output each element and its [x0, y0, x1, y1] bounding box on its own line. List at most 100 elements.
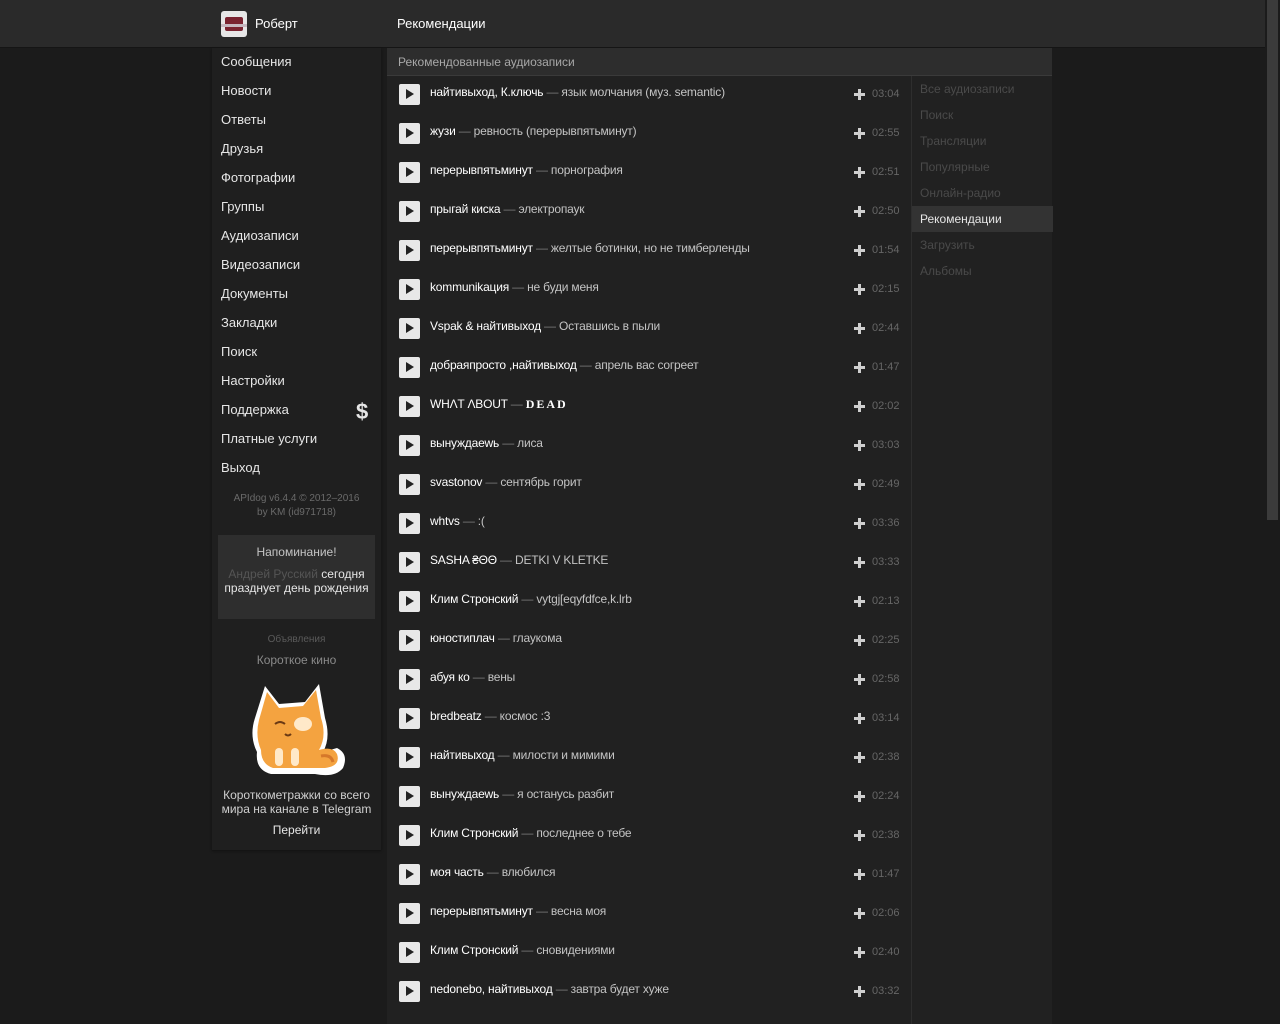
track-row[interactable]: whtvs — :(03:36	[387, 505, 911, 544]
menu-item-broadcasts[interactable]: Трансляции	[912, 128, 1053, 154]
menu-item-all-audio[interactable]: Все аудиозаписи	[912, 76, 1053, 102]
play-icon[interactable]	[399, 279, 420, 300]
track-artist[interactable]: Клим Стронский	[430, 943, 518, 957]
track-row[interactable]: nedonebo, найтивыход — завтра будет хуже…	[387, 973, 911, 1012]
track-row[interactable]: Клим Стронский — последнее о тебе 02:38	[387, 817, 911, 856]
track-artist[interactable]: kommunikация	[430, 280, 509, 294]
play-icon[interactable]	[399, 84, 420, 105]
track-row[interactable]: Vspak & найтивыход — Оставшись в пыли 02:…	[387, 310, 911, 349]
sidebar-item-search[interactable]: Поиск	[221, 342, 257, 362]
scrollbar-thumb[interactable]	[1267, 0, 1278, 520]
play-icon[interactable]	[399, 357, 420, 378]
play-icon[interactable]	[399, 396, 420, 417]
add-icon[interactable]	[854, 713, 865, 724]
track-row[interactable]: вынуждаеwь — лиса 03:03	[387, 427, 911, 466]
play-icon[interactable]	[399, 825, 420, 846]
avatar[interactable]	[221, 11, 247, 37]
play-icon[interactable]	[399, 708, 420, 729]
add-icon[interactable]	[854, 518, 865, 529]
play-icon[interactable]	[399, 630, 420, 651]
add-icon[interactable]	[854, 752, 865, 763]
track-artist[interactable]: добраяпросто ,найтивыход	[430, 358, 577, 372]
add-icon[interactable]	[854, 830, 865, 841]
add-icon[interactable]	[854, 206, 865, 217]
ad-title[interactable]: Короткое кино	[212, 653, 381, 667]
track-artist[interactable]: жузи	[430, 124, 456, 138]
sidebar-item-bookmarks[interactable]: Закладки	[221, 313, 277, 333]
menu-item-search[interactable]: Поиск	[912, 102, 1053, 128]
page-scrollbar[interactable]	[1265, 0, 1280, 1024]
track-artist[interactable]: найтивыход, К.ключь	[430, 85, 544, 99]
track-artist[interactable]: Клим Стронский	[430, 826, 518, 840]
menu-item-albums[interactable]: Альбомы	[912, 258, 1053, 284]
cat-sticker-image[interactable]	[245, 678, 349, 778]
sidebar-item-documents[interactable]: Документы	[221, 284, 288, 304]
add-icon[interactable]	[854, 245, 865, 256]
track-artist[interactable]: nedonebo, найтивыход	[430, 982, 553, 996]
add-icon[interactable]	[854, 89, 865, 100]
play-icon[interactable]	[399, 786, 420, 807]
play-icon[interactable]	[399, 162, 420, 183]
add-icon[interactable]	[854, 986, 865, 997]
track-artist[interactable]: bredbeatz	[430, 709, 482, 723]
track-artist[interactable]: абуя ко	[430, 670, 470, 684]
track-row[interactable]: Клим Стронский — vytgj[eqyfdfce,k.lrb 02:…	[387, 583, 911, 622]
track-row[interactable]: прыгай киска — электропаук 02:50	[387, 193, 911, 232]
track-artist[interactable]: вынуждаеwь	[430, 436, 499, 450]
play-icon[interactable]	[399, 240, 420, 261]
user-name[interactable]: Роберт	[255, 16, 298, 31]
sidebar-item-groups[interactable]: Группы	[221, 197, 264, 217]
menu-item-upload[interactable]: Загрузить	[912, 232, 1053, 258]
track-row[interactable]: перерывпятьминут — весна моя 02:06	[387, 895, 911, 934]
play-icon[interactable]	[399, 123, 420, 144]
sidebar-item-paid-services[interactable]: Платные услуги	[221, 429, 317, 449]
track-artist[interactable]: моя часть	[430, 865, 484, 879]
sidebar-item-logout[interactable]: Выход	[221, 458, 260, 478]
track-row[interactable]: моя часть — влюбился 01:47	[387, 856, 911, 895]
play-icon[interactable]	[399, 318, 420, 339]
add-icon[interactable]	[854, 908, 865, 919]
track-artist[interactable]: svastonov	[430, 475, 482, 489]
track-row[interactable]: найтивыход, К.ключь — язык молчания (муз…	[387, 76, 911, 115]
add-icon[interactable]	[854, 323, 865, 334]
add-icon[interactable]	[854, 362, 865, 373]
play-icon[interactable]	[399, 201, 420, 222]
track-row[interactable]: kommunikация — не буди меня 02:15	[387, 271, 911, 310]
track-artist[interactable]: перерывпятьминут	[430, 163, 533, 177]
menu-item-online-radio[interactable]: Онлайн-радио	[912, 180, 1053, 206]
sidebar-item-photos[interactable]: Фотографии	[221, 168, 295, 188]
track-artist[interactable]: вынуждаеwь	[430, 787, 499, 801]
reminder-person-link[interactable]: Андрей Русский	[228, 567, 318, 581]
play-icon[interactable]	[399, 903, 420, 924]
track-row[interactable]: svastonov — сентябрь горит 02:49	[387, 466, 911, 505]
track-artist[interactable]: Vspak & найтивыход	[430, 319, 541, 333]
track-row[interactable]: вынуждаеwь — я останусь разбит 02:24	[387, 778, 911, 817]
add-icon[interactable]	[854, 557, 865, 568]
sidebar-item-replies[interactable]: Ответы	[221, 110, 266, 130]
track-artist[interactable]: перерывпятьминут	[430, 241, 533, 255]
sidebar-item-settings[interactable]: Настройки	[221, 371, 285, 391]
play-icon[interactable]	[399, 474, 420, 495]
track-artist[interactable]: перерывпятьминут	[430, 904, 533, 918]
ad-go-link[interactable]: Перейти	[212, 823, 381, 837]
add-icon[interactable]	[854, 947, 865, 958]
track-artist[interactable]: SASHA ₴ΘΘ	[430, 553, 497, 567]
add-icon[interactable]	[854, 791, 865, 802]
add-icon[interactable]	[854, 128, 865, 139]
copyright-author[interactable]: by KM (id971718)	[212, 506, 381, 520]
track-row[interactable]: добраяпросто ,найтивыход — апрель вас со…	[387, 349, 911, 388]
add-icon[interactable]	[854, 440, 865, 451]
track-row[interactable]: SASHA ₴ΘΘ — DETKI V KLETKE 03:33	[387, 544, 911, 583]
add-icon[interactable]	[854, 479, 865, 490]
sidebar-item-audio[interactable]: Аудиозаписи	[221, 226, 299, 246]
dollar-icon[interactable]: $	[356, 399, 368, 425]
add-icon[interactable]	[854, 674, 865, 685]
play-icon[interactable]	[399, 864, 420, 885]
track-row[interactable]: Клим Стронский — сновидениями 02:40	[387, 934, 911, 973]
play-icon[interactable]	[399, 747, 420, 768]
sidebar-item-support[interactable]: Поддержка	[221, 400, 289, 420]
track-artist[interactable]: WHΛT ΛBOUT	[430, 397, 508, 411]
add-icon[interactable]	[854, 635, 865, 646]
play-icon[interactable]	[399, 552, 420, 573]
add-icon[interactable]	[854, 167, 865, 178]
